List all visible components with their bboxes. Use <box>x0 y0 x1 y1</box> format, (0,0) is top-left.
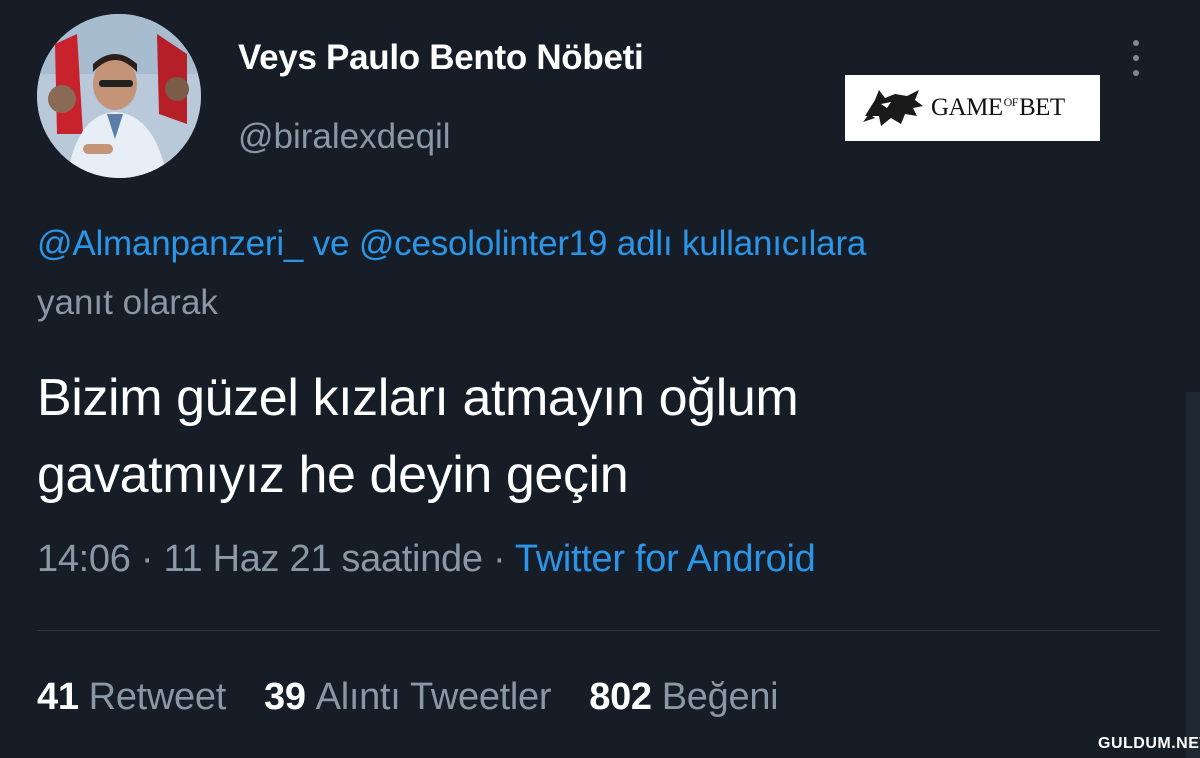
watermark-logo-text: GAME OF BET <box>931 94 1065 121</box>
tweet-text-line-1: Bizim güzel kızları atmayın oğlum <box>37 369 799 427</box>
tweet-source[interactable]: Twitter for Android <box>515 538 816 580</box>
tweet-date[interactable]: 11 Haz 21 saatinde <box>163 538 483 580</box>
tweet-stats: 41 Retweet 39 Alıntı Tweetler 802 Beğeni <box>37 676 816 719</box>
retweets-stat[interactable]: 41 Retweet <box>37 676 226 719</box>
quotes-count: 39 <box>263 676 306 718</box>
retweets-label: Retweet <box>88 676 227 718</box>
scrollbar[interactable] <box>1186 392 1200 758</box>
reply-context-line2: yanıt olarak <box>37 283 218 322</box>
divider <box>37 630 1160 631</box>
quotes-stat[interactable]: 39 Alıntı Tweetler <box>263 676 552 719</box>
tweet-time[interactable]: 14:06 <box>37 538 131 580</box>
quotes-label: Alıntı Tweetler <box>315 676 552 718</box>
reply-context: @Almanpanzeri_ ve @cesololinter19 adlı k… <box>37 224 866 264</box>
likes-label: Beğeni <box>661 676 779 718</box>
meta-separator: · <box>130 538 164 580</box>
more-options-icon[interactable] <box>1126 40 1146 88</box>
reply-connector: ve <box>303 224 359 263</box>
user-handle[interactable]: @biralexdeqil <box>238 117 451 157</box>
site-watermark: GULDUM.NET <box>1098 735 1200 752</box>
tweet-text: Bizim güzel kızları atmayın oğlum gavatm… <box>37 360 1137 514</box>
watermark-logo: GAME OF BET <box>845 75 1100 141</box>
reply-mention-2[interactable]: @cesololinter19 <box>359 224 608 263</box>
wolf-icon <box>863 90 923 126</box>
reply-mention-1[interactable]: @Almanpanzeri_ <box>37 224 303 263</box>
tweet-text-line-2: gavatmıyız he deyin geçin <box>37 446 629 504</box>
tweet-meta: 14:06 · 11 Haz 21 saatinde · Twitter for… <box>37 538 816 581</box>
avatar[interactable] <box>37 14 201 178</box>
reply-suffix: adlı kullanıcılara <box>607 224 867 263</box>
likes-stat[interactable]: 802 Beğeni <box>589 676 778 719</box>
likes-count: 802 <box>589 676 652 718</box>
meta-separator: · <box>482 538 515 580</box>
avatar-photo <box>37 14 201 178</box>
display-name[interactable]: Veys Paulo Bento Nöbeti <box>238 38 644 78</box>
retweets-count: 41 <box>37 676 79 718</box>
